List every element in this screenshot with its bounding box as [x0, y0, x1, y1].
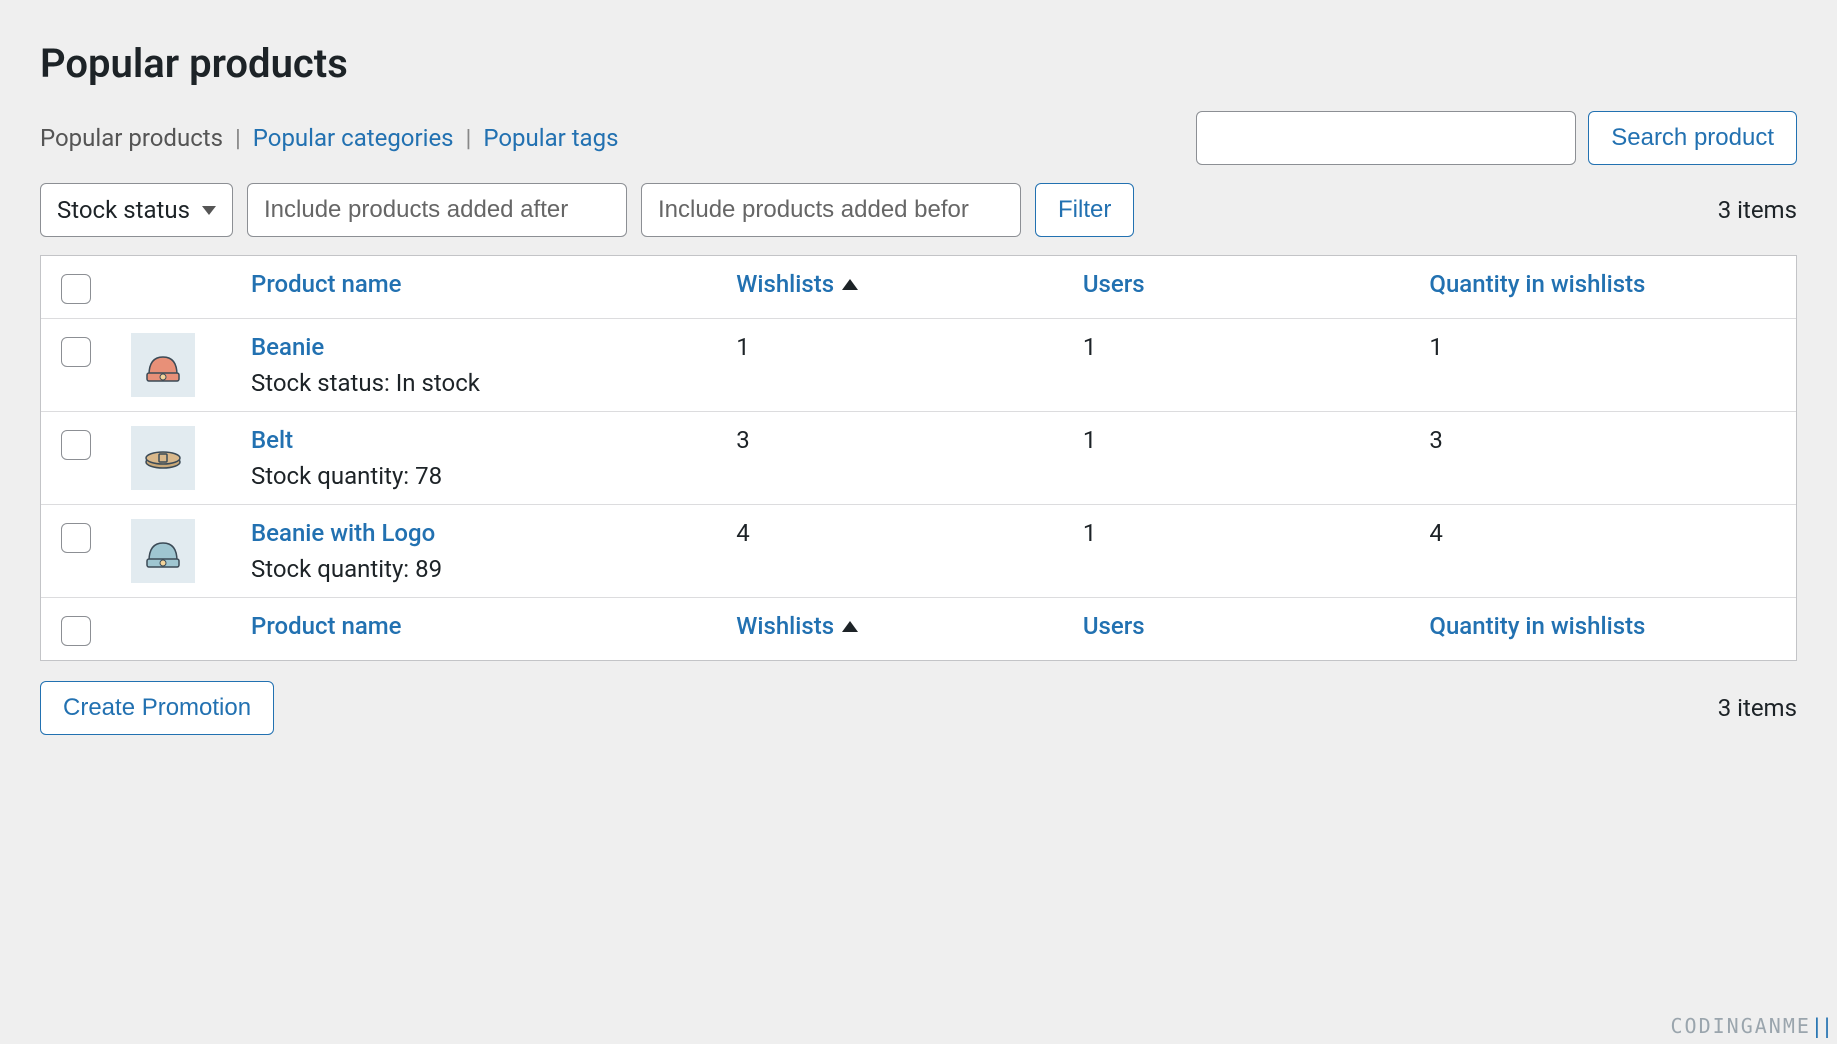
product-link[interactable]: Belt	[251, 426, 736, 454]
column-users[interactable]: Users	[1083, 612, 1430, 640]
select-all-checkbox[interactable]	[61, 274, 91, 304]
row-checkbox[interactable]	[61, 523, 91, 553]
beanie-icon	[141, 343, 185, 387]
cell-users: 1	[1083, 333, 1430, 361]
column-product-name[interactable]: Product name	[251, 270, 736, 298]
breadcrumb: Popular products | Popular categories | …	[40, 124, 618, 152]
sort-ascending-icon	[842, 621, 858, 632]
breadcrumb-separator: |	[466, 124, 472, 152]
table-row: Belt Stock quantity: 78 3 1 3	[41, 412, 1796, 505]
row-checkbox[interactable]	[61, 430, 91, 460]
belt-icon	[141, 436, 185, 480]
column-wishlists[interactable]: Wishlists	[736, 270, 1083, 298]
products-table: Product name Wishlists Users Quantity in…	[40, 255, 1797, 661]
cell-wishlists: 1	[736, 333, 1083, 361]
page-title: Popular products	[40, 40, 1797, 87]
stock-status-label: Stock status	[57, 196, 190, 224]
column-product-name[interactable]: Product name	[251, 612, 736, 640]
stock-status: Stock status: In stock	[251, 369, 480, 397]
product-thumbnail	[131, 426, 195, 490]
cell-users: 1	[1083, 426, 1430, 454]
link-popular-categories[interactable]: Popular categories	[253, 124, 454, 152]
column-users[interactable]: Users	[1083, 270, 1430, 298]
cell-quantity: 1	[1429, 333, 1776, 361]
product-thumbnail	[131, 519, 195, 583]
chevron-down-icon	[202, 206, 216, 215]
beanie-logo-icon	[141, 529, 185, 573]
item-count-bottom: 3 items	[1718, 694, 1797, 722]
added-after-input[interactable]	[247, 183, 627, 237]
product-link[interactable]: Beanie with Logo	[251, 519, 736, 547]
search-input[interactable]	[1196, 111, 1576, 165]
select-all-checkbox-bottom[interactable]	[61, 616, 91, 646]
search-product-button[interactable]: Search product	[1588, 111, 1797, 165]
column-wishlists[interactable]: Wishlists	[736, 612, 1083, 640]
cell-quantity: 3	[1429, 426, 1776, 454]
cell-wishlists: 3	[736, 426, 1083, 454]
table-row: Beanie Stock status: In stock 1 1 1	[41, 319, 1796, 412]
cell-quantity: 4	[1429, 519, 1776, 547]
sort-ascending-icon	[842, 279, 858, 290]
breadcrumb-current: Popular products	[40, 124, 223, 152]
table-row: Beanie with Logo Stock quantity: 89 4 1 …	[41, 505, 1796, 598]
cell-wishlists: 4	[736, 519, 1083, 547]
table-footer-header: Product name Wishlists Users Quantity in…	[41, 598, 1796, 660]
product-link[interactable]: Beanie	[251, 333, 736, 361]
column-quantity[interactable]: Quantity in wishlists	[1429, 270, 1776, 298]
stock-status: Stock quantity: 78	[251, 462, 442, 490]
table-header: Product name Wishlists Users Quantity in…	[41, 256, 1796, 319]
stock-status-select[interactable]: Stock status	[40, 183, 233, 237]
column-quantity[interactable]: Quantity in wishlists	[1429, 612, 1776, 640]
stock-status: Stock quantity: 89	[251, 555, 442, 583]
added-before-input[interactable]	[641, 183, 1021, 237]
row-checkbox[interactable]	[61, 337, 91, 367]
create-promotion-button[interactable]: Create Promotion	[40, 681, 274, 735]
product-thumbnail	[131, 333, 195, 397]
link-popular-tags[interactable]: Popular tags	[483, 124, 618, 152]
breadcrumb-separator: |	[235, 124, 241, 152]
filter-button[interactable]: Filter	[1035, 183, 1134, 237]
watermark: CODINGANME||	[1670, 1014, 1831, 1038]
item-count-top: 3 items	[1718, 196, 1797, 224]
cell-users: 1	[1083, 519, 1430, 547]
